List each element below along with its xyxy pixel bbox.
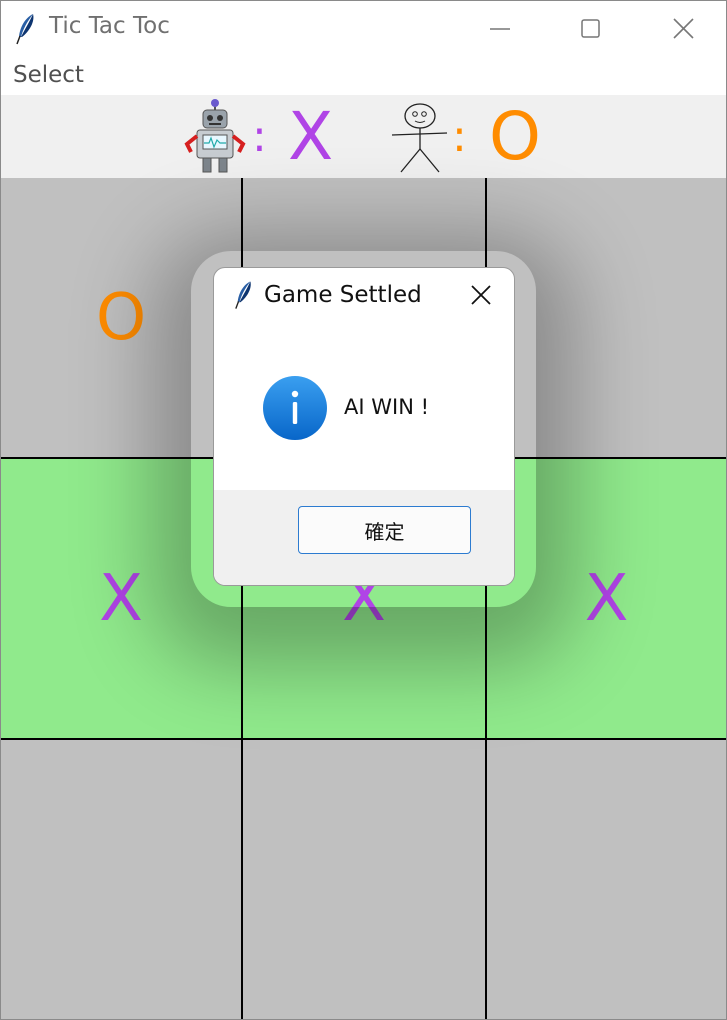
player-legend: : X : O [1, 95, 726, 178]
game-settled-dialog: Game Settled AI WIN ! 確定 [213, 267, 515, 586]
robot-icon [184, 99, 246, 173]
cell-mark: O [95, 280, 147, 355]
window-title: Tic Tac Toc [49, 13, 170, 39]
cell-1-0[interactable]: X [1, 459, 241, 738]
cell-0-0[interactable]: O [1, 178, 241, 457]
human-separator: : [452, 111, 467, 162]
cell-mark: X [584, 561, 629, 636]
minimize-icon [490, 28, 510, 30]
cell-0-2[interactable] [487, 178, 726, 457]
cell-mark: X [99, 561, 143, 636]
info-icon [263, 376, 327, 440]
dialog-title: Game Settled [264, 282, 422, 308]
menu-select[interactable]: Select [13, 62, 84, 88]
cell-2-0[interactable] [1, 740, 241, 1019]
feather-icon [16, 14, 34, 45]
maximize-button[interactable] [545, 1, 635, 56]
cell-2-1[interactable] [243, 740, 485, 1019]
ok-button[interactable]: 確定 [298, 506, 471, 554]
app-window: Tic Tac Toc Select: X: O O X X X Game … [0, 0, 727, 1020]
cell-2-2[interactable] [487, 740, 726, 1019]
stick-figure-icon [391, 103, 448, 173]
human-symbol: O [489, 98, 541, 175]
feather-icon [235, 281, 251, 309]
dialog-footer: 確定 [214, 490, 514, 585]
menu-bar: Select [1, 56, 726, 94]
close-button[interactable] [637, 1, 726, 56]
close-icon [673, 18, 694, 39]
dialog-message: AI WIN ! [344, 395, 429, 419]
ai-symbol: X [288, 98, 334, 175]
maximize-icon [581, 19, 600, 38]
ai-separator: : [252, 111, 267, 162]
dialog-close-icon[interactable] [466, 280, 496, 310]
cell-1-2[interactable]: X [487, 459, 726, 738]
minimize-button[interactable] [455, 1, 545, 56]
title-bar[interactable]: Tic Tac Toc [1, 1, 726, 56]
